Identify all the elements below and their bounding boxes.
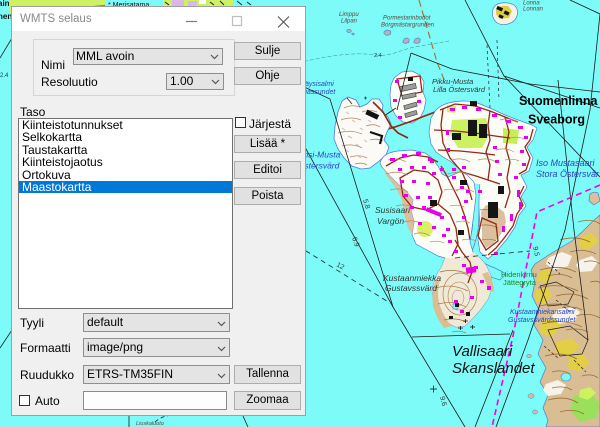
svg-text:Sveaborg: Sveaborg [528, 113, 585, 127]
svg-text:Gustavssvärd: Gustavssvärd [385, 283, 437, 293]
svg-text:Lonnan: Lonnan [523, 7, 544, 13]
svg-text:gassundet: gassundet [303, 89, 336, 96]
svg-text:Suomenlinna: Suomenlinna [519, 94, 599, 108]
svg-text:Iso Mustasaari: Iso Mustasaari [536, 158, 596, 168]
svg-text:Lilpan: Lilpan [341, 19, 358, 25]
svg-text:Vargön: Vargön [377, 216, 404, 226]
svg-text:Gustavssvärdssundet: Gustavssvärdssundet [508, 317, 576, 324]
svg-text:ain: ain [0, 0, 10, 8]
svg-text:Borgmästargrunden: Borgmästargrunden [381, 23, 435, 29]
svg-text:Liuskaluoto: Liuskaluoto [136, 421, 164, 427]
svg-text:Stora Östersvär: Stora Östersvär [536, 169, 600, 179]
svg-text:2.4: 2.4 [0, 73, 9, 79]
svg-text:Limppu: Limppu [339, 12, 359, 18]
svg-text:Kustaanmiekansalmi: Kustaanmiekansalmi [510, 309, 575, 316]
svg-text:Lilla Östersvärd: Lilla Östersvärd [433, 85, 486, 94]
svg-text:Susisaari: Susisaari [375, 205, 411, 215]
svg-text:Skanslandet: Skanslandet [452, 360, 535, 377]
svg-text:2.4: 2.4 [374, 53, 382, 59]
svg-text:Vallisaari: Vallisaari [452, 343, 513, 360]
svg-text:Jättegryta: Jättegryta [503, 278, 537, 287]
svg-text:Pormestarinbodot: Pormestarinbodot [383, 16, 431, 22]
svg-text:äysisalmi: äysisalmi [305, 81, 334, 88]
svg-text:Kustaanmiekka: Kustaanmiekka [383, 273, 441, 283]
